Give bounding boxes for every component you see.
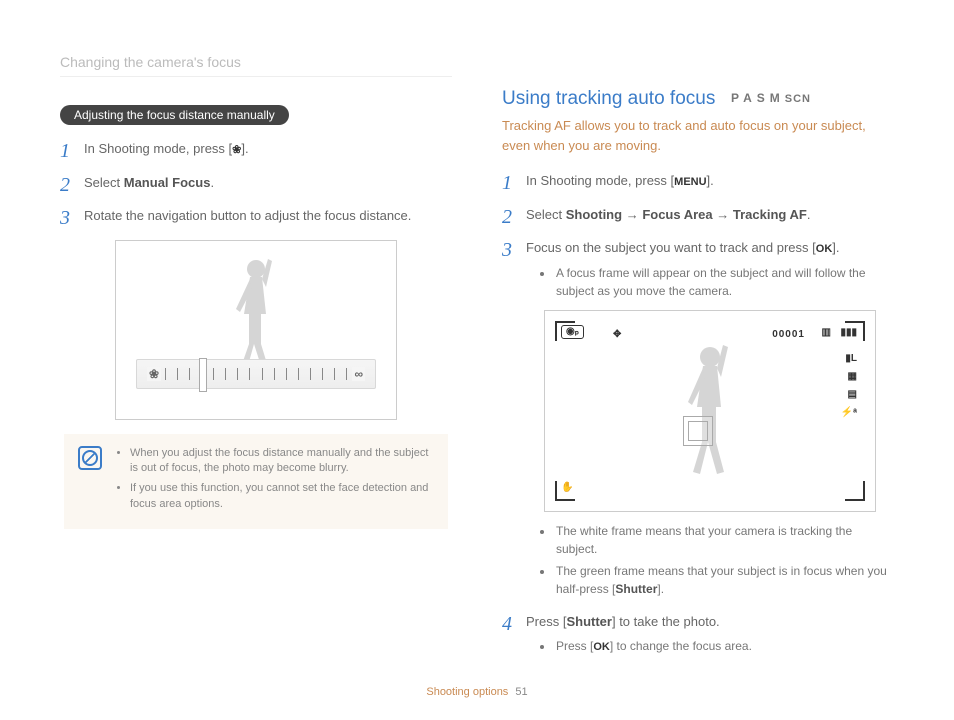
focus-slider: ❀ ∞ <box>136 359 376 389</box>
step-4-sub: Press [OK] to change the focus area. <box>554 637 894 656</box>
macro-icon: ❀ <box>232 142 241 159</box>
step-1-left: In Shooting mode, press [❀]. <box>60 139 452 159</box>
osd-size-l-icon: ▮L <box>845 351 857 366</box>
step-3-sub: A focus frame will appear on the subject… <box>554 264 894 300</box>
person-silhouette-icon <box>555 321 865 501</box>
step-1-right: In Shooting mode, press [MENU]. <box>502 171 894 191</box>
tracking-note: The green frame means that your subject … <box>554 562 894 598</box>
osd-mode-badge: ◉ₚ <box>561 325 584 339</box>
heading-tracking-af: Using tracking auto focus PASMSCN <box>502 88 894 110</box>
ok-icon: OK <box>816 241 833 258</box>
infinity-end-icon: ∞ <box>352 367 365 381</box>
ok-icon: OK <box>593 639 610 656</box>
note-box: When you adjust the focus distance manua… <box>64 434 448 530</box>
footer-section: Shooting options <box>426 686 508 698</box>
osd-tracking-icon: ✥ <box>613 327 621 342</box>
intro-text: Tracking AF allows you to track and auto… <box>502 116 894 155</box>
figure-focus-slider: ❀ ∞ <box>115 240 397 420</box>
figure-tracking-af: ◉ₚ ✥ 00001 ▥ ▮▮▮ ▮L ▦ ▤ ⚡ᵃ ✋ <box>544 310 876 512</box>
osd-quality-icon: ▦ <box>848 369 857 384</box>
osd-battery-icon: ▮▮▮ <box>840 325 857 340</box>
tracking-frame <box>683 416 713 446</box>
tracking-note: The white frame means that your camera i… <box>554 522 894 558</box>
step-2-right: Select Shooting → Focus Area → Tracking … <box>502 205 894 225</box>
osd-ois-icon: ✋ <box>561 480 573 495</box>
note-item: When you adjust the focus distance manua… <box>130 446 434 478</box>
note-icon <box>78 446 102 470</box>
menu-icon: MENU <box>674 174 706 191</box>
note-item: If you use this function, you cannot set… <box>130 481 434 513</box>
step-2-left: Select Manual Focus. <box>60 173 452 193</box>
page-footer: Shooting options 51 <box>0 686 954 698</box>
step-3-left: Rotate the navigation button to adjust t… <box>60 206 452 226</box>
slider-ticks <box>165 368 347 380</box>
osd-flash-icon: ⚡ᵃ <box>841 405 857 420</box>
osd-grid-icon: ▤ <box>848 387 857 402</box>
osd-counter: 00001 <box>772 327 805 342</box>
breadcrumb: Changing the camera's focus <box>60 54 452 77</box>
step-3-right: Focus on the subject you want to track a… <box>502 238 894 598</box>
step-4-right: Press [Shutter] to take the photo. Press… <box>502 612 894 656</box>
slider-handle <box>199 358 207 392</box>
macro-end-icon: ❀ <box>147 367 161 381</box>
osd-card-icon: ▥ <box>822 325 831 340</box>
mode-indicators: PASMSCN <box>731 91 811 105</box>
footer-page-number: 51 <box>515 686 527 698</box>
section-pill-manual-focus: Adjusting the focus distance manually <box>60 105 289 125</box>
person-silhouette-icon <box>116 241 396 419</box>
